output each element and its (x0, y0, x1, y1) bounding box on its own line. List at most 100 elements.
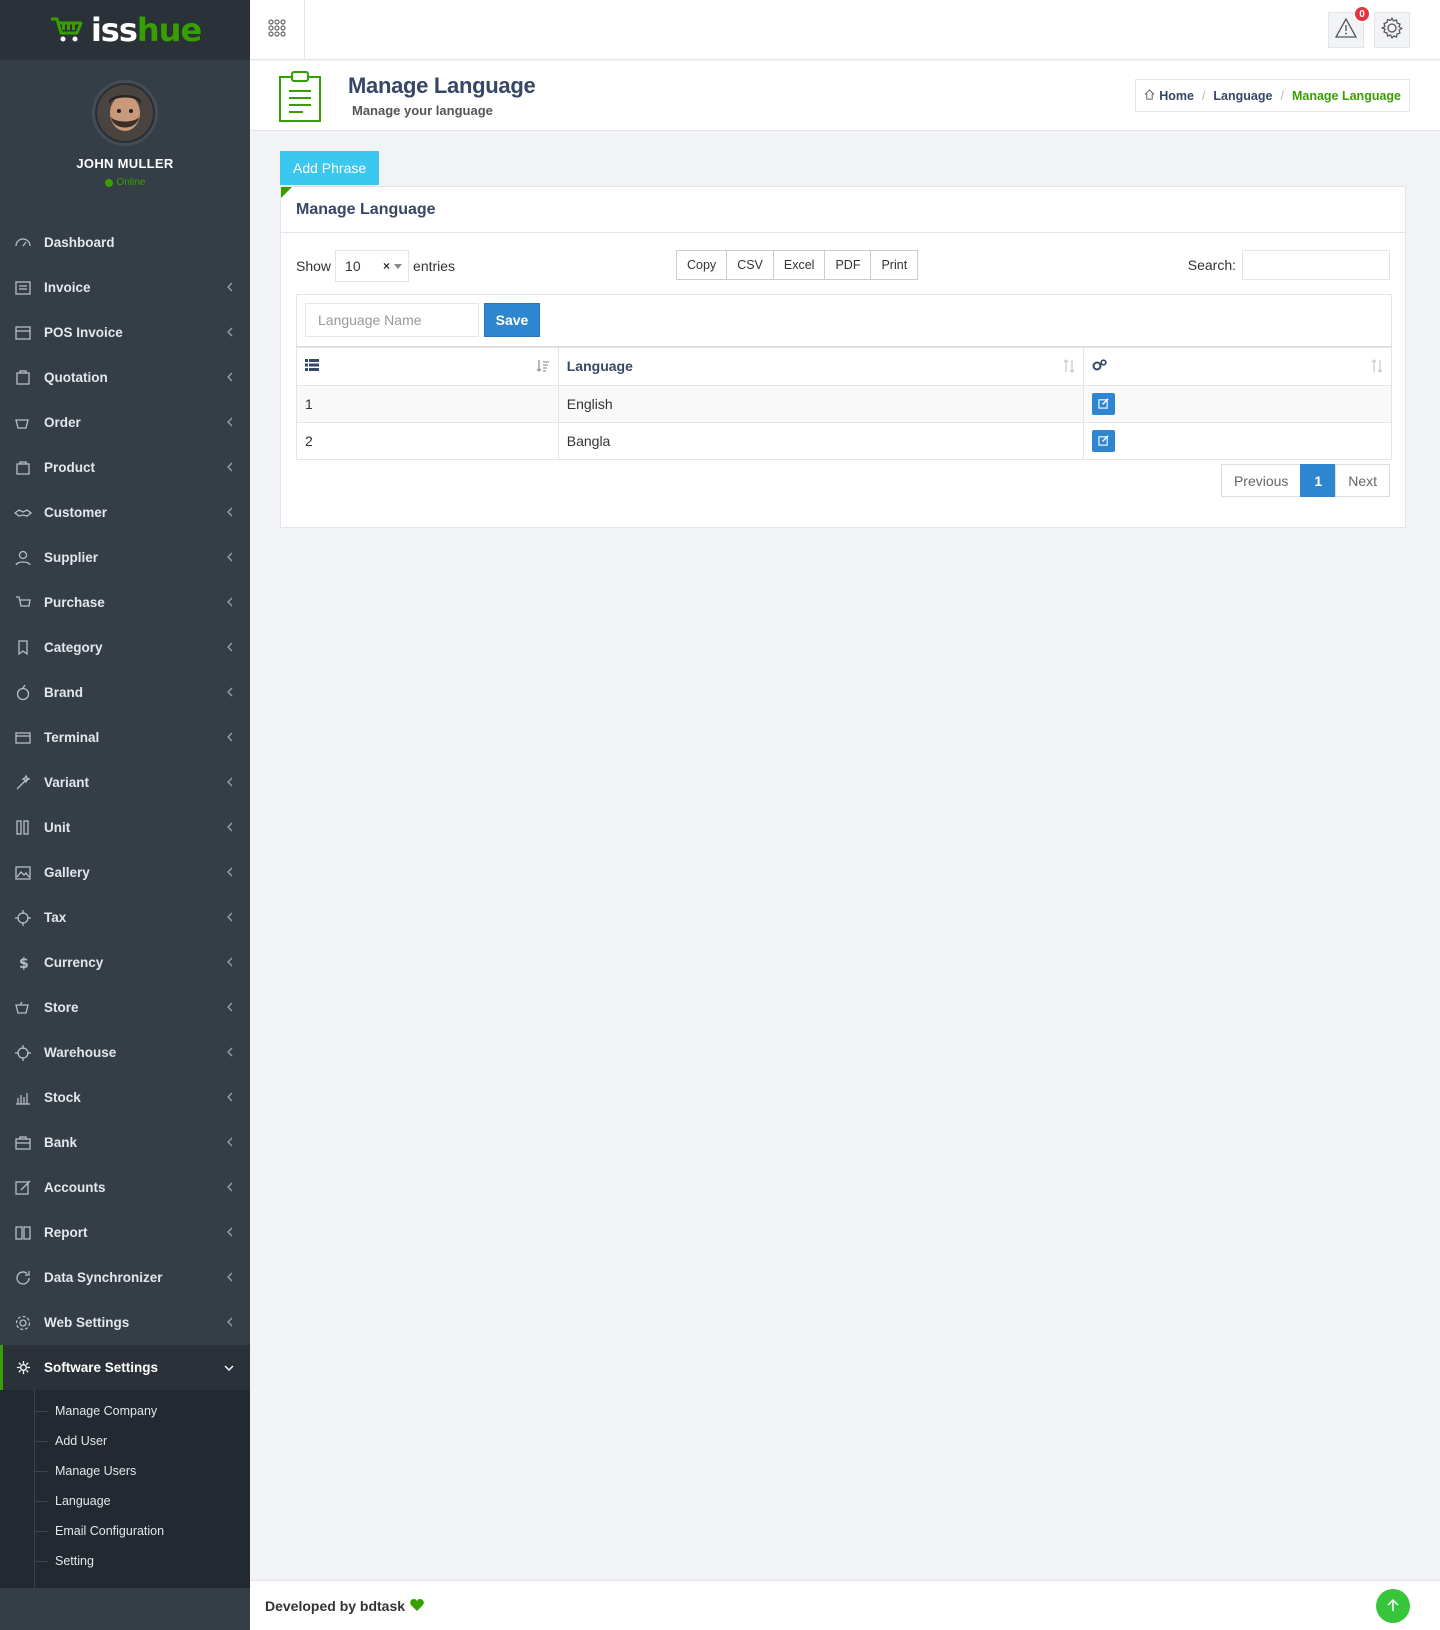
language-name-input[interactable]: Language Name (305, 303, 479, 337)
entries-label: entries (413, 258, 456, 274)
clipboard-icon (278, 71, 322, 128)
add-phrase-button[interactable]: Add Phrase (280, 151, 380, 185)
next-page-button[interactable]: Next (1335, 464, 1390, 497)
apps-grid-button[interactable] (250, 0, 305, 60)
sort-icon (1063, 359, 1075, 376)
sidebar-item-web-settings[interactable]: Web Settings (0, 1300, 250, 1345)
sidebar-item-report[interactable]: Report (0, 1210, 250, 1255)
edit-button[interactable] (1092, 392, 1116, 415)
sidebar-item-label: Tax (44, 910, 67, 925)
sidebar-item-label: Customer (44, 505, 108, 520)
sidebar-item-currency[interactable]: $ Currency (0, 940, 250, 985)
report-icon (14, 1225, 32, 1241)
sidebar-item-label: Dashboard (44, 235, 115, 250)
sidebar-item-label: Report (44, 1225, 88, 1240)
sidebar-item-stock[interactable]: Stock (0, 1075, 250, 1120)
variant-icon (14, 774, 32, 791)
sidebar-item-label: Gallery (44, 865, 90, 880)
panel-corner-accent (281, 187, 292, 198)
previous-page-button[interactable]: Previous (1220, 464, 1302, 497)
sidebar-item-brand[interactable]: Brand (0, 670, 250, 715)
excel-button[interactable]: Excel (772, 250, 826, 280)
alerts-button[interactable]: 0 (1328, 5, 1371, 48)
breadcrumb-language-link[interactable]: Language (1213, 89, 1272, 103)
chevron-left-icon (226, 775, 234, 790)
sidebar-item-warehouse[interactable]: Warehouse (0, 1030, 250, 1075)
submenu-item-add-user[interactable]: Add User (0, 1426, 250, 1456)
sidebar-item-supplier[interactable]: Supplier (0, 535, 250, 580)
sidebar-item-accounts[interactable]: Accounts (0, 1165, 250, 1210)
stock-icon (14, 1090, 32, 1106)
edit-button[interactable] (1092, 429, 1116, 452)
sidebar-item-product[interactable]: Product (0, 445, 250, 490)
back-to-top-button[interactable] (1376, 1589, 1410, 1623)
clear-icon[interactable]: × (383, 259, 390, 273)
sidebar-item-quotation[interactable]: Quotation (0, 355, 250, 400)
table-header-row: Language (296, 346, 1392, 386)
sidebar-item-tax[interactable]: Tax (0, 895, 250, 940)
brand-logo[interactable]: isshue (0, 0, 250, 60)
sidebar-item-data-synchronizer[interactable]: Data Synchronizer (0, 1255, 250, 1300)
entries-value: 10 (345, 258, 361, 274)
sidebar-item-label: Terminal (44, 730, 100, 745)
avatar[interactable] (92, 80, 158, 146)
sidebar-item-gallery[interactable]: Gallery (0, 850, 250, 895)
sl-column-header[interactable] (296, 346, 559, 386)
csv-button[interactable]: CSV (726, 250, 774, 280)
sidebar-item-label: Accounts (44, 1180, 106, 1195)
list-icon (305, 358, 319, 374)
order-icon (14, 415, 32, 431)
chevron-left-icon (226, 415, 234, 430)
sidebar-item-label: Supplier (44, 550, 99, 565)
warehouse-icon (14, 1045, 32, 1061)
language-column-header[interactable]: Language (557, 346, 1085, 386)
gear-icon (14, 1360, 32, 1376)
chevron-left-icon (226, 730, 234, 745)
sidebar-item-terminal[interactable]: Terminal (0, 715, 250, 760)
settings-button[interactable] (1374, 12, 1410, 48)
entries-select[interactable]: 10 × (335, 250, 410, 282)
action-column-header[interactable] (1083, 346, 1392, 386)
sidebar-item-category[interactable]: Category (0, 625, 250, 670)
submenu-item-manage-users[interactable]: Manage Users (0, 1456, 250, 1486)
sort-asc-icon (536, 359, 550, 376)
chevron-left-icon (226, 1315, 234, 1330)
submenu-item-email-configuration[interactable]: Email Configuration (0, 1516, 250, 1546)
breadcrumb-separator: / (1280, 88, 1284, 103)
table-row: 2 Bangla (296, 421, 1392, 460)
sidebar-item-variant[interactable]: Variant (0, 760, 250, 805)
submenu-item-language[interactable]: Language (0, 1486, 250, 1516)
page-title: Manage Language (348, 73, 536, 98)
sidebar-item-order[interactable]: Order (0, 400, 250, 445)
pagination: Previous 1 Next (1220, 464, 1390, 497)
page-1-button[interactable]: 1 (1300, 464, 1337, 497)
sidebar: isshue JOHN MULLER Online Dashboard Invoi… (0, 0, 250, 1630)
store-icon (14, 1000, 32, 1016)
sidebar-item-software-settings[interactable]: Software Settings (0, 1345, 250, 1390)
sidebar-item-bank[interactable]: Bank (0, 1120, 250, 1165)
sidebar-item-purchase[interactable]: Purchase (0, 580, 250, 625)
print-button[interactable]: Print (870, 250, 919, 280)
sidebar-item-customer[interactable]: Customer (0, 490, 250, 535)
breadcrumb-home-link[interactable]: Home (1159, 89, 1194, 103)
chevron-left-icon (226, 505, 234, 520)
sidebar-item-pos-invoice[interactable]: POS Invoice (0, 310, 250, 355)
top-navbar: 0 (250, 0, 1440, 60)
sidebar-item-invoice[interactable]: Invoice (0, 265, 250, 310)
cart-logo-icon (49, 15, 85, 45)
search-input[interactable] (1242, 250, 1390, 280)
gear-icon (1380, 16, 1404, 45)
copy-button[interactable]: Copy (676, 250, 728, 280)
save-button[interactable]: Save (484, 303, 540, 337)
submenu-item-manage-company[interactable]: Manage Company (0, 1396, 250, 1426)
heart-icon (410, 1598, 424, 1614)
sidebar-item-label: Brand (44, 685, 84, 700)
sidebar-item-store[interactable]: Store (0, 985, 250, 1030)
sidebar-item-dashboard[interactable]: Dashboard (0, 220, 250, 265)
submenu-item-setting[interactable]: Setting (0, 1546, 250, 1576)
sidebar-item-unit[interactable]: Unit (0, 805, 250, 850)
pdf-button[interactable]: PDF (824, 250, 872, 280)
show-label: Show (296, 258, 332, 274)
caret-down-icon (394, 264, 403, 269)
sidebar-item-label: Stock (44, 1090, 81, 1105)
